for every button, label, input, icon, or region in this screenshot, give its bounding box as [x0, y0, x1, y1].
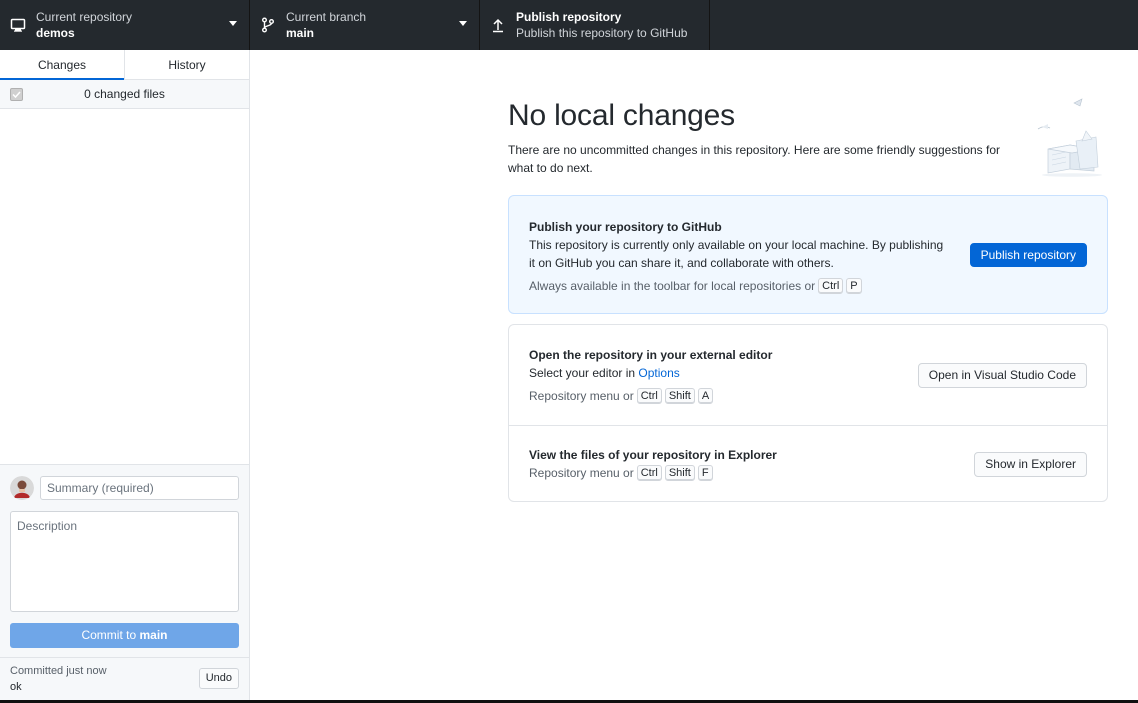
current-branch-label: Current branch	[286, 10, 367, 24]
sidebar: Changes History 0 changed files Commit t…	[0, 50, 250, 700]
current-repository-label: Current repository	[36, 10, 133, 24]
commit-button-prefix: Commit to	[81, 628, 137, 642]
kbd-f: F	[697, 465, 713, 481]
show-in-explorer-section: View the files of your repository in Exp…	[509, 425, 1107, 501]
monitor-icon	[0, 17, 36, 33]
current-repository-name: demos	[36, 26, 75, 40]
kbd-shift: Shift	[664, 388, 695, 404]
publish-card: Publish your repository to GitHub This r…	[508, 195, 1108, 314]
open-editor-text: Select your editor in Options	[529, 364, 680, 382]
kbd-p: P	[846, 278, 862, 294]
kbd-ctrl: Ctrl	[818, 278, 844, 294]
publish-repository-button[interactable]: Publish repository	[969, 243, 1087, 267]
checkmark-icon	[12, 91, 21, 99]
show-in-explorer-title: View the files of your repository in Exp…	[529, 448, 777, 462]
show-in-explorer-hint-text: Repository menu or	[529, 466, 634, 480]
publish-card-hint: Always available in the toolbar for loca…	[529, 278, 862, 294]
page-title: No local changes	[508, 99, 735, 132]
commit-description-input[interactable]	[10, 511, 239, 612]
publish-card-hint-text: Always available in the toolbar for loca…	[529, 279, 816, 293]
commit-button[interactable]: Commit to main	[10, 623, 239, 648]
sidebar-tabs: Changes History	[0, 50, 249, 80]
publish-repository-subtitle: Publish this repository to GitHub	[516, 26, 688, 40]
main-content: No local changes There are no uncommitte…	[250, 50, 1138, 700]
open-editor-section: Open the repository in your external edi…	[509, 325, 1107, 425]
select-all-checkbox[interactable]	[10, 88, 23, 101]
current-branch-button[interactable]: Current branch main	[250, 0, 480, 50]
chevron-down-icon	[229, 21, 237, 26]
last-commit-message: ok	[10, 681, 22, 693]
kbd-shift: Shift	[664, 465, 695, 481]
commit-form: Commit to main	[0, 464, 249, 657]
kbd-ctrl: Ctrl	[636, 465, 662, 481]
undo-commit-area: Committed just now ok Undo	[0, 657, 249, 700]
publish-repository-toolbar-button[interactable]: Publish repository Publish this reposito…	[480, 0, 710, 50]
changed-files-count: 0 changed files	[84, 87, 165, 101]
publish-card-title: Publish your repository to GitHub	[529, 220, 722, 234]
suggestions-card: Open the repository in your external edi…	[508, 324, 1108, 502]
show-in-explorer-hint: Repository menu or Ctrl Shift F	[529, 465, 713, 481]
publish-card-text: This repository is currently only availa…	[529, 238, 944, 270]
git-branch-icon	[250, 17, 286, 33]
page-description: There are no uncommitted changes in this…	[508, 143, 1001, 175]
current-branch-name: main	[286, 26, 315, 40]
open-editor-hint-text: Repository menu or	[529, 389, 634, 403]
open-editor-title: Open the repository in your external edi…	[529, 348, 773, 362]
commit-button-branch: main	[139, 628, 168, 642]
chevron-down-icon	[459, 21, 467, 26]
empty-state-illustration	[1036, 97, 1108, 177]
toolbar: Current repository demos Current branch …	[0, 0, 1138, 50]
tab-history[interactable]: History	[124, 50, 249, 79]
commit-summary-input[interactable]	[40, 476, 239, 500]
options-link[interactable]: Options	[638, 366, 679, 380]
open-editor-hint: Repository menu or Ctrl Shift A	[529, 388, 714, 404]
undo-button[interactable]: Undo	[198, 668, 239, 689]
open-in-vscode-button[interactable]: Open in Visual Studio Code	[917, 363, 1087, 388]
tab-changes[interactable]: Changes	[0, 50, 124, 80]
upload-icon	[480, 17, 516, 33]
kbd-a: A	[697, 388, 714, 404]
kbd-ctrl: Ctrl	[636, 388, 662, 404]
publish-repository-title: Publish repository	[516, 10, 622, 24]
current-repository-button[interactable]: Current repository demos	[0, 0, 250, 50]
last-commit-status: Committed just now	[10, 665, 107, 677]
show-in-explorer-button[interactable]: Show in Explorer	[974, 452, 1087, 477]
changes-header: 0 changed files	[0, 80, 249, 109]
open-editor-text-prefix: Select your editor in	[529, 366, 636, 380]
avatar	[10, 476, 34, 500]
